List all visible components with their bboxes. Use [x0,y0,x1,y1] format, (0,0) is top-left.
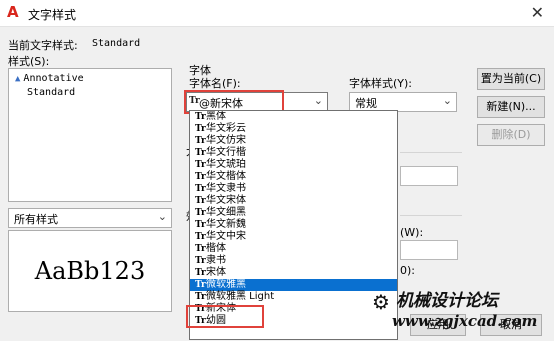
delete-style-button[interactable]: 删除(D) [477,124,545,146]
set-current-button[interactable]: 置为当前(C) [477,68,545,90]
font-option[interactable]: Tr 隶书 [190,255,397,267]
group-separator [400,215,462,216]
truetype-font-icon: Tr [195,148,206,158]
truetype-font-icon: Tr [195,220,206,230]
font-option[interactable]: Tr 华文隶书 [190,183,397,195]
chevron-down-icon: ⌄ [313,94,323,107]
truetype-font-icon: Tr [195,136,206,146]
truetype-font-icon: Tr [195,124,206,134]
window-title: 文字样式 [28,8,77,22]
preview-text: AaBb123 [34,257,146,285]
truetype-font-icon: Tr [195,184,206,194]
truetype-font-icon: Tr [195,256,206,266]
font-option[interactable]: Tr 华文细黑 [190,207,397,219]
style-item-annotative[interactable]: ▲ Annotative [15,73,84,84]
new-style-button[interactable]: 新建(N)... [477,96,545,118]
font-option[interactable]: Tr 华文新魏 [190,219,397,231]
truetype-font-icon: Tr [195,112,206,122]
font-style-select[interactable]: 常规 ⌄ [349,92,457,112]
font-option-selected[interactable]: Tr 微软雅黑 [190,279,397,291]
group-separator [400,152,462,153]
font-option[interactable]: Tr 楷体 [190,243,397,255]
width-factor-label: (W): [400,226,424,239]
font-option[interactable]: Tr 华文宋体 [190,195,397,207]
text-height-field[interactable] [400,166,458,186]
chevron-down-icon: ⌄ [157,210,167,223]
truetype-font-icon: Tr [195,244,206,254]
font-option[interactable]: Tr 华文楷体 [190,171,397,183]
oblique-angle-label: 0): [400,264,415,277]
preview-box: AaBb123 [8,230,172,312]
annotative-icon: ▲ [15,74,21,84]
width-factor-field[interactable] [400,240,458,260]
chevron-down-icon: ⌄ [442,94,452,107]
watermark-logo-icon: ⚙ [372,290,390,314]
font-option[interactable]: Tr 微软雅黑 Light [190,291,397,303]
font-option[interactable]: Tr 华文仿宋 [190,135,397,147]
truetype-font-icon: Tr [195,196,206,206]
truetype-font-icon: Tr [195,208,206,218]
close-icon[interactable]: ✕ [531,3,544,22]
current-style-value: Standard [92,38,141,49]
highlight-font-option [186,305,264,328]
font-option[interactable]: Tr 华文中宋 [190,231,397,243]
autocad-app-icon: A [7,3,19,21]
font-option[interactable]: Tr 华文行楷 [190,147,397,159]
font-option[interactable]: Tr 黑体 [190,111,397,123]
font-name-label: 字体名(F): [189,77,241,90]
current-style-label: 当前文字样式: [8,39,78,52]
truetype-font-icon: Tr [195,172,206,182]
watermark-text: 机械设计论坛 [396,291,498,311]
style-filter-select[interactable]: 所有样式 ⌄ [8,208,172,228]
font-option[interactable]: Tr 华文琥珀 [190,159,397,171]
truetype-font-icon: Tr [195,160,206,170]
style-item-standard[interactable]: Standard [27,87,75,98]
title-bar: A 文字样式 ✕ [0,0,554,27]
font-style-label: 字体样式(Y): [349,77,413,90]
styles-label: 样式(S): [8,55,50,68]
watermark-url: www.zgjxcad.com [392,312,538,330]
styles-list[interactable]: ▲ Annotative Standard [8,68,172,202]
font-option[interactable]: Tr 宋体 [190,267,397,279]
truetype-font-icon: Tr [195,268,206,278]
truetype-font-icon: Tr [195,280,206,290]
truetype-font-icon: Tr [195,292,206,302]
truetype-font-icon: Tr [195,232,206,242]
font-option[interactable]: Tr 华文彩云 [190,123,397,135]
